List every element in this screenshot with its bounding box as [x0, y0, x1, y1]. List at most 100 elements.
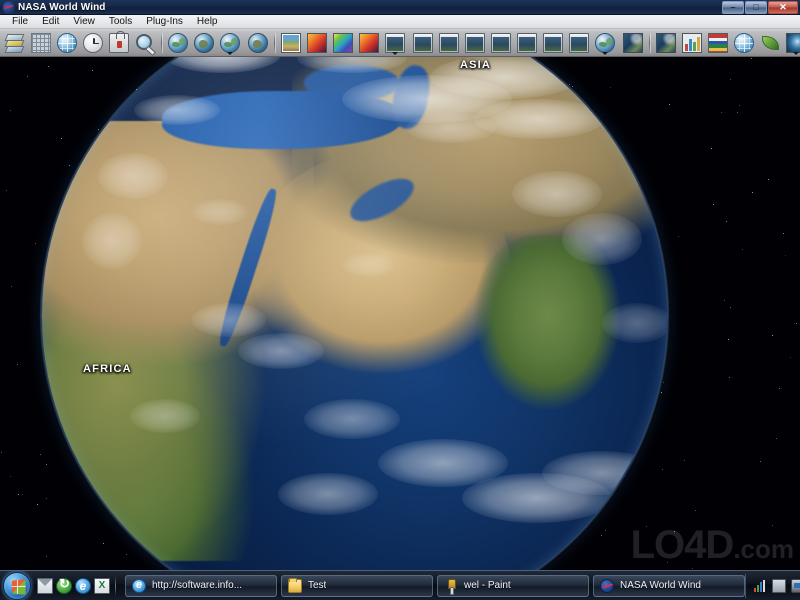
star — [713, 203, 715, 205]
terrain-image-button[interactable] — [279, 31, 303, 55]
spectrum-layer-button[interactable] — [331, 31, 355, 55]
chevron-down-icon[interactable] — [793, 51, 799, 55]
folder-icon — [288, 577, 302, 593]
satellite-image-icon — [623, 32, 643, 53]
star — [0, 452, 2, 454]
rainbow-layer-button[interactable] — [357, 31, 381, 55]
taskbar-item-world-wind[interactable]: NASA World Wind — [593, 574, 745, 597]
placenames-button[interactable] — [732, 31, 756, 55]
tray-display-icon[interactable] — [772, 578, 786, 593]
wms-layer-8-button[interactable] — [567, 31, 591, 55]
globe-3d-view[interactable]: ASIA AFRICA LO4D.com — [0, 57, 800, 570]
window-title: NASA World Wind — [18, 1, 106, 13]
start-button[interactable] — [3, 571, 31, 600]
scene-capture-button[interactable] — [654, 31, 678, 55]
tray-network-icon[interactable] — [791, 578, 800, 593]
tray-signal-icon[interactable] — [753, 579, 767, 593]
menu-item-help[interactable]: Help — [190, 15, 225, 28]
chevron-down-icon[interactable] — [227, 51, 233, 55]
star — [728, 339, 730, 341]
system-tray: 06:51 PM — [745, 573, 800, 598]
star — [677, 236, 679, 238]
search-icon — [135, 33, 155, 53]
taskbar-item-label: NASA World Wind — [620, 580, 701, 591]
globe-icon — [168, 32, 188, 53]
flags-icon — [708, 32, 728, 53]
menu-item-plug-ins[interactable]: Plug-Ins — [139, 15, 190, 28]
wms-layer-4-button[interactable] — [463, 31, 487, 55]
wms-layer-3-button[interactable] — [437, 31, 461, 55]
wms-layer-5-button[interactable] — [489, 31, 513, 55]
toolbar — [0, 29, 800, 57]
quick-launch-sync[interactable] — [56, 576, 72, 594]
menu-item-tools[interactable]: Tools — [102, 15, 139, 28]
document-icon — [465, 32, 485, 53]
earth-globe[interactable] — [42, 57, 667, 570]
star — [760, 461, 762, 463]
taskbar-item-label: http://software.info... — [152, 580, 243, 591]
star — [790, 357, 792, 358]
wms-layer-1-button[interactable] — [383, 31, 407, 55]
taskbar-item-browser[interactable]: e http://software.info... — [125, 574, 277, 597]
star — [739, 105, 741, 107]
quick-launch-excel[interactable] — [94, 577, 110, 594]
star — [724, 299, 726, 301]
grid-overlay-button[interactable] — [29, 31, 53, 55]
star — [741, 248, 743, 250]
globe-icon — [220, 32, 240, 53]
quick-launch-internet-explorer[interactable]: e — [75, 577, 91, 594]
heatmap-icon — [359, 32, 379, 53]
windows-logo-icon — [11, 578, 26, 595]
star — [729, 307, 731, 309]
star — [728, 377, 730, 379]
blue-marble-button[interactable] — [166, 31, 190, 55]
menu-item-file[interactable]: File — [5, 15, 35, 28]
wms-layer-2-button[interactable] — [411, 31, 435, 55]
search-place-button[interactable] — [133, 31, 157, 55]
country-flags-button[interactable] — [706, 31, 730, 55]
menu-item-view[interactable]: View — [66, 15, 102, 28]
chevron-down-icon[interactable] — [602, 51, 608, 55]
star — [784, 255, 786, 257]
globe-coverage-button[interactable] — [55, 31, 79, 55]
vegetation-layer-button[interactable] — [758, 31, 782, 55]
quick-launch-mail[interactable] — [37, 577, 53, 594]
taskbar-item-test-folder[interactable]: Test — [281, 574, 433, 597]
star — [711, 148, 713, 150]
earth-photo-button[interactable] — [784, 31, 800, 55]
minimize-button[interactable]: – — [722, 0, 744, 14]
satellite-image-button[interactable] — [621, 31, 645, 55]
wms-layer-6-button[interactable] — [515, 31, 539, 55]
taskbar: e e http://software.info... Test wel - Pain… — [0, 570, 800, 600]
landsat-globe-button[interactable] — [192, 31, 216, 55]
document-icon — [543, 32, 563, 53]
taskbar-item-paint[interactable]: wel - Paint — [437, 574, 589, 597]
earth-view-button[interactable] — [593, 31, 617, 55]
star — [772, 524, 774, 526]
document-icon — [491, 32, 511, 53]
moon-globe-button[interactable] — [246, 31, 270, 55]
window-titlebar[interactable]: NASA World Wind – □ ✕ — [0, 0, 800, 15]
grid-icon — [31, 32, 51, 53]
time-controls-button[interactable] — [81, 31, 105, 55]
toolbar-separator — [649, 32, 650, 53]
wms-layer-7-button[interactable] — [541, 31, 565, 55]
lock-view-button[interactable] — [107, 30, 131, 55]
layer-manager-button[interactable] — [3, 31, 27, 55]
star — [771, 335, 773, 337]
close-button[interactable]: ✕ — [768, 0, 798, 14]
star — [35, 243, 37, 245]
chart-overlay-button[interactable] — [680, 31, 704, 55]
menu-item-edit[interactable]: Edit — [35, 15, 66, 28]
lock-icon — [109, 30, 129, 53]
heat-map-button[interactable] — [305, 31, 329, 55]
heatmap-icon — [307, 32, 327, 53]
maximize-button[interactable]: □ — [745, 0, 767, 14]
star — [729, 78, 731, 80]
taskbar-item-label: wel - Paint — [464, 580, 511, 591]
star — [752, 191, 754, 193]
nlt-landsat-button[interactable] — [218, 31, 242, 55]
document-icon — [413, 32, 433, 53]
color-swatch-icon — [333, 32, 353, 53]
chevron-down-icon[interactable] — [392, 51, 398, 55]
